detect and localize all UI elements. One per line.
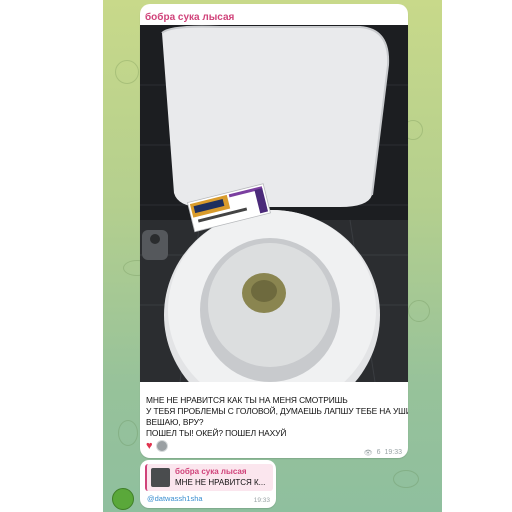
caption-line: У ТЕБЯ ПРОБЛЕМЫ С ГОЛОВОЙ, ДУМАЕШЬ ЛАПШУ… (146, 406, 408, 416)
photo-message-bubble[interactable]: бобра сука лысая МНЕ НЕ НРАВИТСЯ КАК ТЫ … (140, 4, 408, 458)
reply-time: 19:33 (253, 497, 270, 504)
user-avatar[interactable] (112, 488, 134, 510)
quoted-sender: бобра сука лысая (175, 467, 247, 476)
message-meta: 👁 6 19:33 (364, 449, 402, 457)
heart-reaction-icon[interactable]: ♥ (146, 440, 153, 452)
caption-line: ВЕШАЮ, ВРУ? (146, 417, 204, 427)
message-time: 19:33 (384, 449, 402, 456)
view-count: 6 (376, 449, 381, 456)
caption-line: МНЕ НЕ НРАВИТСЯ КАК ТЫ НА МЕНЯ СМОТРИШЬ (146, 395, 348, 405)
message-caption: МНЕ НЕ НРАВИТСЯ КАК ТЫ НА МЕНЯ СМОТРИШЬ … (146, 395, 408, 439)
username-link[interactable]: @datwassh1sha (147, 494, 203, 503)
toilet-photo[interactable] (140, 25, 408, 382)
sender-name[interactable]: бобра сука лысая (145, 12, 234, 23)
quoted-text: МНЕ НЕ НРАВИТСЯ К... (175, 478, 266, 487)
quoted-message[interactable]: бобра сука лысая МНЕ НЕ НРАВИТСЯ К... (145, 464, 273, 491)
eye-icon: 👁 (363, 450, 373, 457)
quoted-thumbnail (151, 468, 170, 487)
caption-line: ПОШЕЛ ТЫ! ОКЕЙ? ПОШЕЛ НАХУЙ (146, 428, 287, 438)
reactions[interactable]: ♥ (146, 440, 168, 452)
reply-message-bubble[interactable]: бобра сука лысая МНЕ НЕ НРАВИТСЯ К... @d… (140, 460, 276, 508)
reactor-avatar[interactable] (155, 440, 168, 452)
